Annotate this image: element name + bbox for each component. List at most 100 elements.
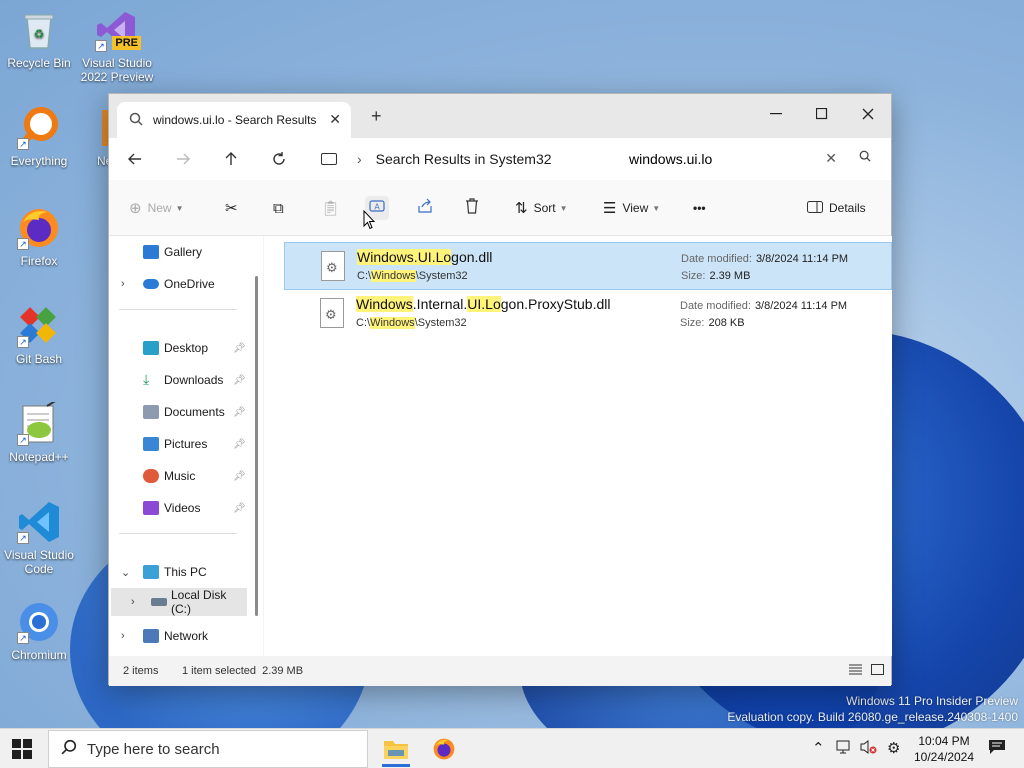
refresh-button[interactable] [267,148,291,170]
minimize-button[interactable] [753,100,799,128]
copy-button[interactable]: ⧉ [273,196,290,220]
search-icon [61,739,77,760]
search-input[interactable] [629,151,819,167]
system-clock[interactable]: 10:04 PM 10/24/2024 [912,733,976,765]
computer-icon [143,565,159,579]
pin-icon[interactable]: 📌︎ [233,407,246,418]
view-button[interactable]: ☰ View ▼ [603,196,660,220]
taskbar-search-placeholder: Type here to search [87,740,220,758]
nav-item-onedrive[interactable]: › OneDrive [109,270,259,298]
tab-close-icon[interactable]: ✕ [329,111,341,128]
chevron-down-icon[interactable]: ⌄ [121,566,130,579]
meta-value: 208 KB [708,317,745,329]
maximize-button[interactable] [799,100,845,128]
path-part: Windows [370,317,415,329]
desktop-icon-partial[interactable]: Ne [79,106,109,168]
nav-item-desktop[interactable]: Desktop 📌︎ [109,334,259,362]
chevron-right-icon[interactable]: › [121,630,125,642]
more-options-button[interactable]: ••• [693,196,706,220]
title-bar: windows.ui.lo - Search Results ✕ + [109,94,891,138]
new-button[interactable]: ⊕ New ▼ [129,196,184,220]
close-button[interactable] [845,100,891,128]
breadcrumb[interactable]: › Search Results in System32 [321,144,611,174]
back-button[interactable] [123,148,147,170]
windows-start-icon[interactable] [12,739,32,759]
desktop-icon-git-bash[interactable]: ↗ Git Bash [1,304,77,366]
settings-gear-icon[interactable]: ⚙ [887,739,900,757]
file-row[interactable]: ⚙ Windows.UI.Logon.dll C:\Windows\System… [284,242,892,290]
share-button[interactable] [417,196,439,220]
volume-muted-icon[interactable] [860,739,878,759]
nav-item-this-pc[interactable]: ⌄ This PC [109,558,259,586]
search-icon [129,112,143,129]
file-row[interactable]: ⚙ Windows.Internal.UI.Logon.ProxyStub.dl… [284,290,892,338]
chevron-right-icon[interactable]: › [131,596,135,608]
sort-button[interactable]: ⇅ Sort ▼ [515,196,568,220]
cloud-icon [143,279,159,289]
desktop-icon-recycle-bin[interactable]: ♻ Recycle Bin [1,8,77,70]
meta-value: 2.39 MB [709,270,751,282]
nav-item-pictures[interactable]: Pictures 📌︎ [109,430,259,458]
chevron-right-icon[interactable]: › [121,278,125,290]
nav-label: Downloads [164,373,224,387]
nav-item-documents[interactable]: Documents 📌︎ [109,398,259,426]
git-bash-icon: ↗ [17,304,61,348]
details-label: Details [829,201,866,215]
name-part: Lo [485,296,501,312]
meta-label: Date modified: [680,300,751,312]
tiles-view-icon[interactable] [871,664,885,677]
breadcrumb-location[interactable]: Search Results in System32 [376,151,552,167]
notification-center-icon[interactable] [988,739,1006,759]
everything-search-icon: ↗ [17,106,61,150]
pin-icon[interactable]: 📌︎ [233,439,246,450]
desktop-icon-vscode[interactable]: ↗ Visual Studio Code [1,500,77,576]
paste-button[interactable]: 📋︎ [321,196,346,220]
desktop-icon-notepad-plus-plus[interactable]: ↗ Notepad++ [1,402,77,464]
cut-button[interactable]: ✂ [225,196,244,220]
drive-icon [151,598,167,606]
clipboard-icon: 📋︎ [321,200,341,217]
desktop-icon-visual-studio[interactable]: PRE ↗ Visual Studio 2022 Preview [79,8,155,84]
pin-icon[interactable]: 📌︎ [233,375,246,386]
taskbar-firefox[interactable] [420,729,468,768]
tab-search-results[interactable]: windows.ui.lo - Search Results ✕ [117,102,351,138]
search-icon[interactable] [859,150,871,165]
navigation-pane: Gallery › OneDrive Desktop 📌︎ ⤓ Download… [109,236,263,656]
nav-scrollbar[interactable] [255,276,258,616]
firefox-icon: ↗ [17,206,61,250]
details-pane-button[interactable]: Details [807,196,866,220]
clear-search-icon[interactable]: ✕ [825,150,837,167]
nav-item-gallery[interactable]: Gallery [109,238,259,266]
up-button[interactable] [219,148,243,170]
details-view-icon[interactable] [849,664,863,677]
pin-icon[interactable]: 📌︎ [233,503,246,514]
status-bar: 2 items 1 item selected 2.39 MB [109,656,891,686]
taskbar-search[interactable]: Type here to search [48,730,368,768]
chevron-right-icon[interactable]: › [357,151,362,167]
shortcut-arrow-icon: ↗ [17,434,29,446]
file-size: Size: 208 KB [680,317,745,329]
desktop-icon-firefox[interactable]: ↗ Firefox [1,206,77,268]
sort-icon: ⇅ [515,200,528,217]
nav-item-downloads[interactable]: ⤓ Downloads 📌︎ [109,366,259,394]
view-list-icon: ☰ [603,200,617,217]
nav-item-network[interactable]: › Network [109,622,259,650]
desktop-icon-label: Recycle Bin [7,56,71,70]
show-hidden-icons-chevron-icon[interactable]: ⌃ [812,739,825,757]
pin-icon[interactable]: 📌︎ [233,471,246,482]
name-part: UI [417,249,432,265]
nav-item-music[interactable]: Music 📌︎ [109,462,259,490]
forward-button[interactable] [171,148,195,170]
pin-icon[interactable]: 📌︎ [233,343,246,354]
path-part: C:\ [357,270,372,282]
nav-item-local-disk[interactable]: › Local Disk (C:) [111,588,247,616]
desktop-icon-chromium[interactable]: ↗ Chromium [1,600,77,662]
dll-file-icon: ⚙ [321,251,345,281]
network-status-icon[interactable] [836,739,854,759]
new-tab-button[interactable]: + [371,106,382,127]
desktop-icon-everything[interactable]: ↗ Everything [1,106,77,168]
nav-item-videos[interactable]: Videos 📌︎ [109,494,259,522]
taskbar-file-explorer[interactable] [372,729,420,768]
delete-button[interactable] [465,196,485,220]
file-list: ⚙ Windows.UI.Logon.dll C:\Windows\System… [264,236,892,656]
